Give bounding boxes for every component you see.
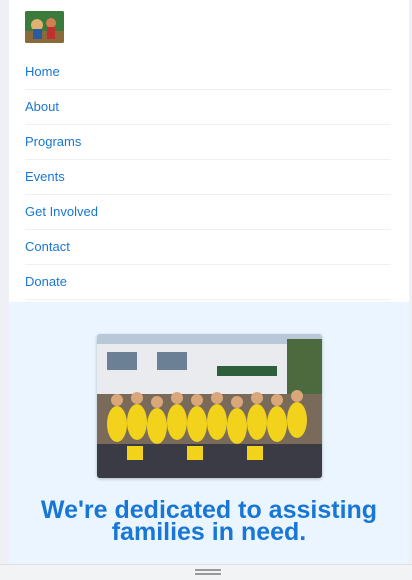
bottom-sheet-handle[interactable] <box>0 564 412 580</box>
main-nav: Home About Programs Events Get Involved … <box>25 55 391 300</box>
site-logo[interactable] <box>25 11 64 43</box>
nav-item-events[interactable]: Events <box>25 160 391 195</box>
hero-section: We're dedicated to assisting families in… <box>9 302 409 579</box>
nav-item-home[interactable]: Home <box>25 55 391 90</box>
nav-item-about[interactable]: About <box>25 90 391 125</box>
nav-item-contact[interactable]: Contact <box>25 230 391 265</box>
hero-headline: We're dedicated to assisting families in… <box>40 496 378 546</box>
logo-image <box>25 11 64 43</box>
nav-item-programs[interactable]: Programs <box>25 125 391 160</box>
nav-item-get-involved[interactable]: Get Involved <box>25 195 391 230</box>
hero-photo <box>97 334 322 478</box>
page: Home About Programs Events Get Involved … <box>9 0 409 579</box>
nav-item-donate[interactable]: Donate <box>25 265 391 300</box>
